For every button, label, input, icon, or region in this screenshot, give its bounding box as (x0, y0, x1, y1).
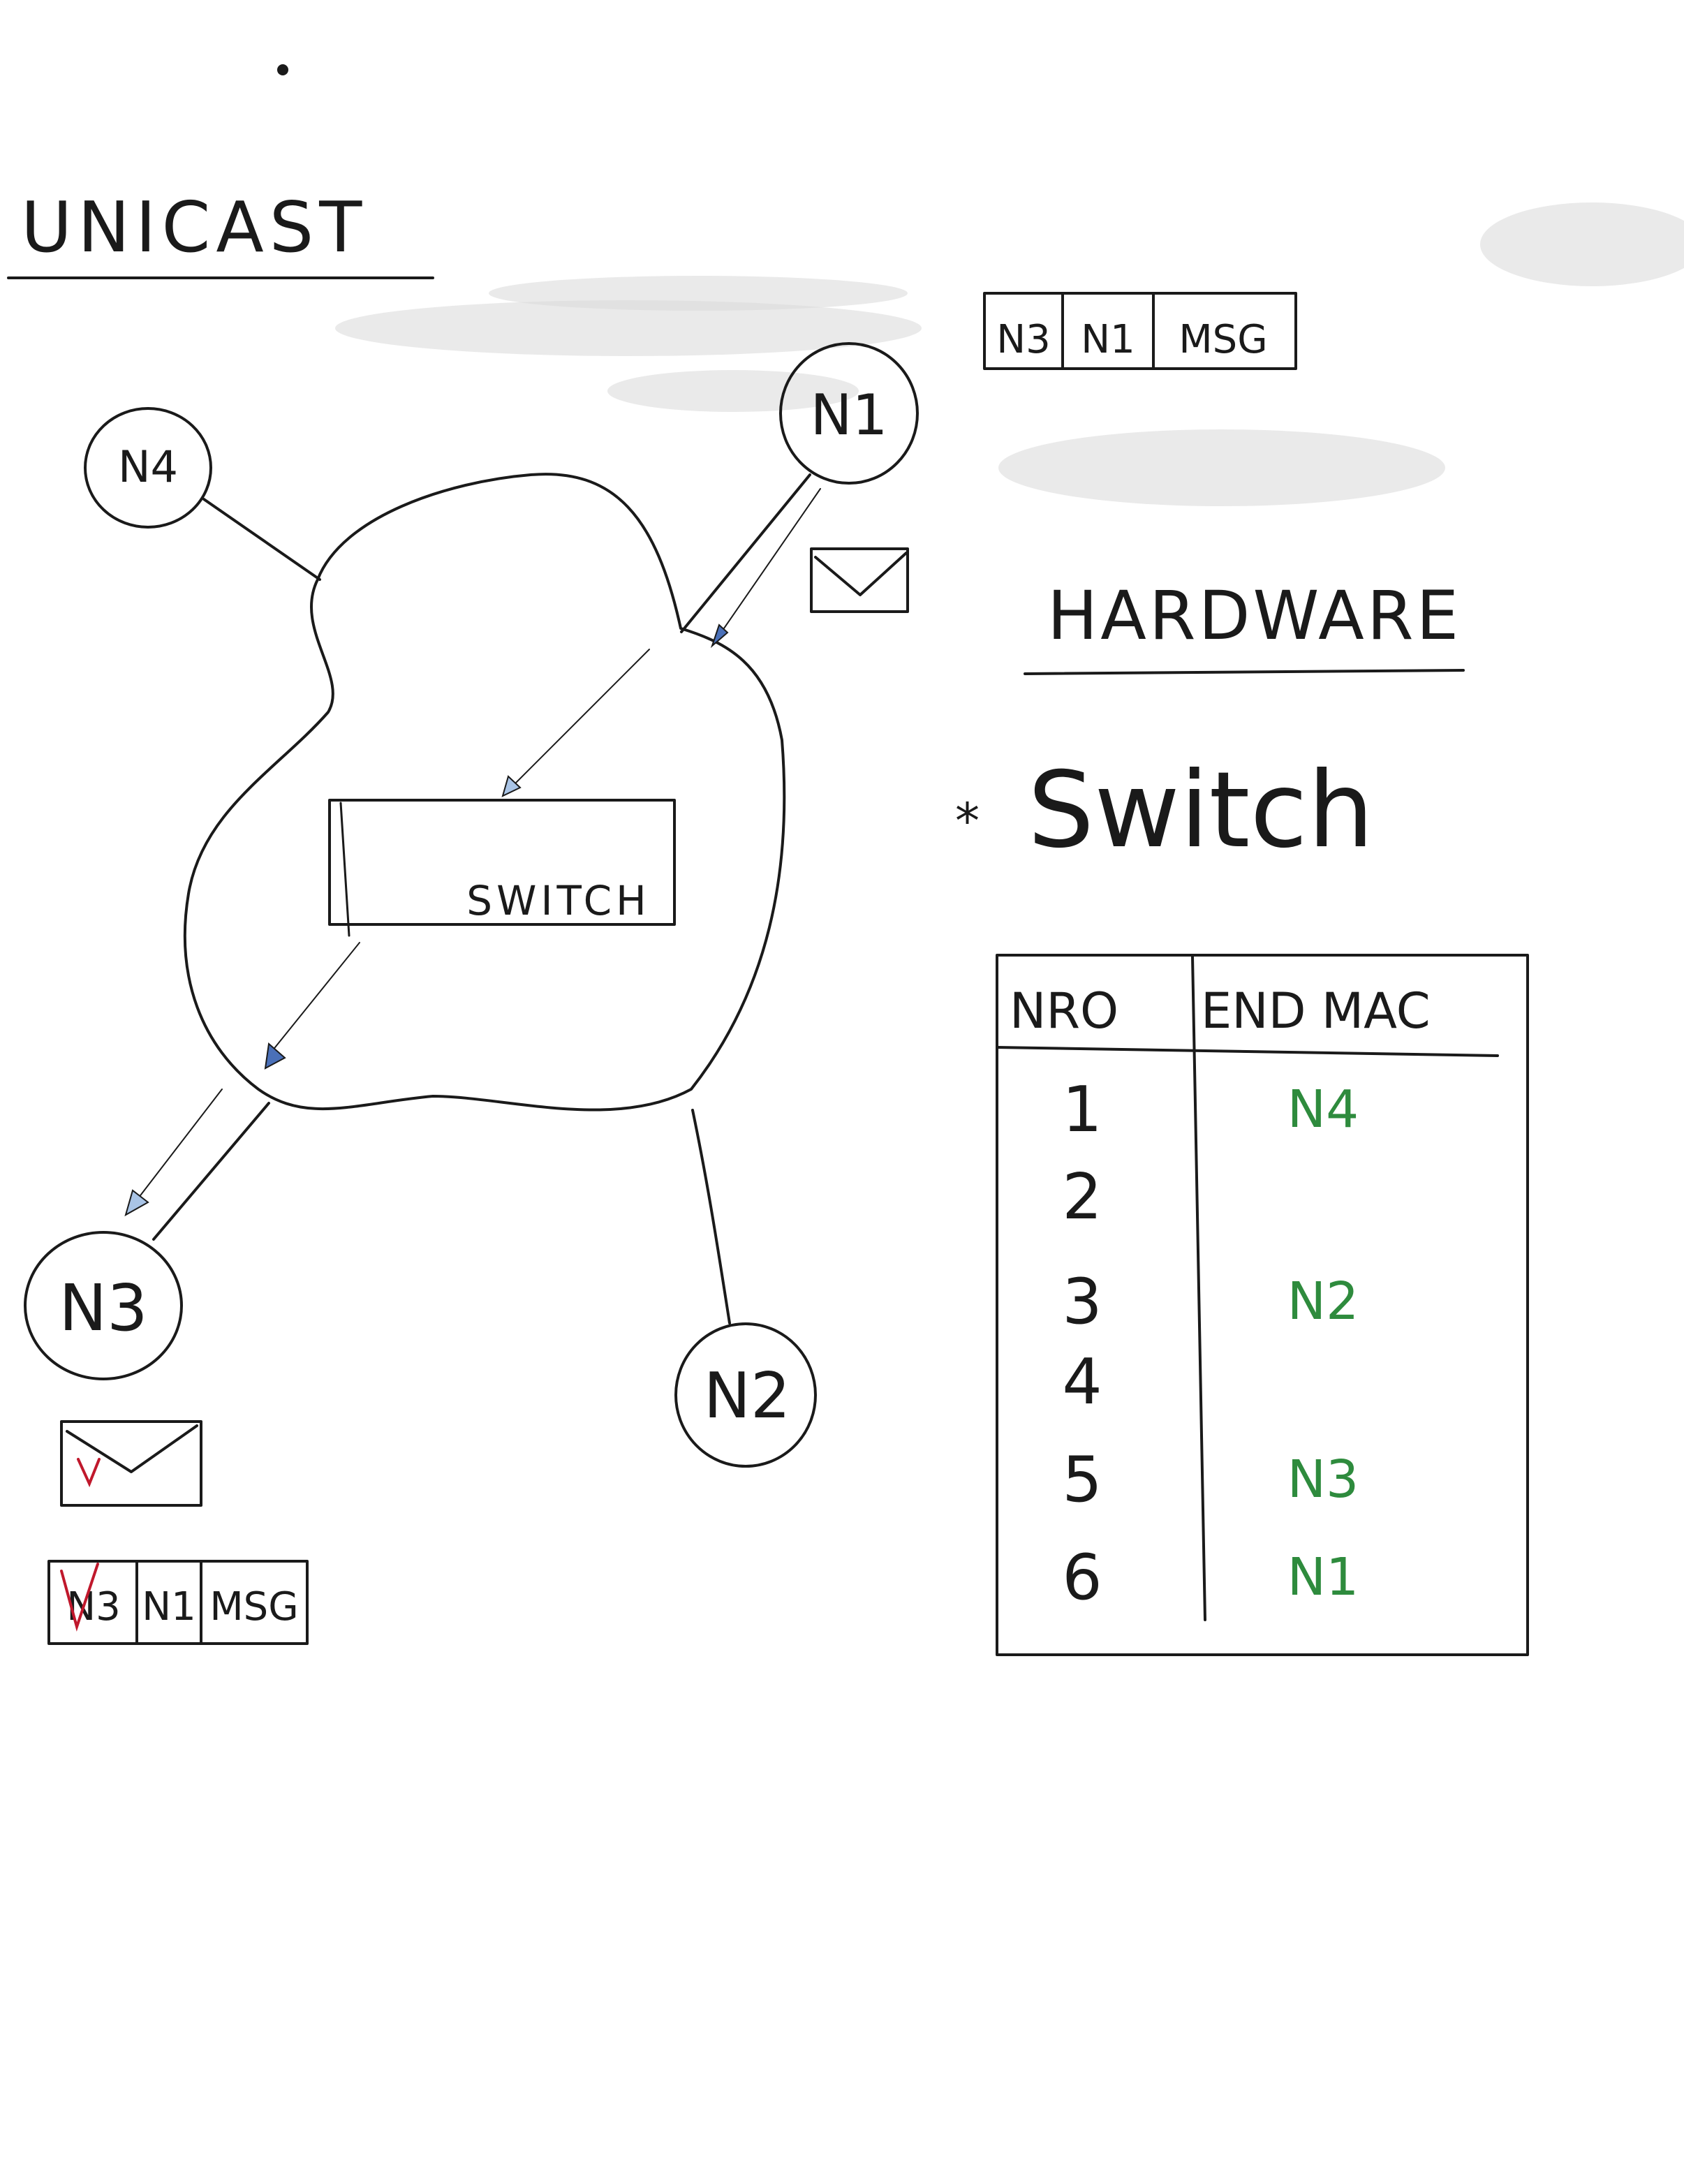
frame-top: N3 N1 MSG (983, 292, 1297, 370)
table-header-nro: NRO (1010, 982, 1118, 1040)
table-cell-mac: N2 (1287, 1271, 1359, 1331)
link-n4 (202, 498, 321, 581)
node-n2-label: N2 (704, 1359, 791, 1433)
envelope-icon (810, 547, 909, 613)
switch-box: SWITCH (328, 799, 676, 937)
frame-bottom-src: N1 (142, 1584, 196, 1630)
node-n2: N2 (674, 1322, 817, 1468)
checkmark-icon (77, 1458, 101, 1488)
hardware-item-switch: Switch (1028, 750, 1374, 871)
bullet-star: * (955, 792, 980, 850)
table-cell-nro: 4 (1062, 1345, 1102, 1419)
table-cell-nro: 1 (1062, 1073, 1102, 1146)
table-cell-nro: 6 (1062, 1541, 1102, 1614)
frame-bottom: N3 N1 MSG (47, 1560, 309, 1645)
node-n3-label: N3 (59, 1271, 147, 1345)
link-n1 (680, 473, 811, 633)
node-n1-label: N1 (811, 383, 888, 448)
network-cloud (183, 473, 786, 1112)
table-cell-nro: 2 (1062, 1160, 1102, 1234)
switch-label: SWITCH (466, 877, 650, 924)
table-row: 3 N2 (1062, 1265, 1359, 1338)
table-cell-nro: 3 (1062, 1265, 1102, 1338)
link-n3 (152, 1102, 270, 1241)
frame-top-payload: MSG (1179, 317, 1267, 362)
table-cell-mac: N1 (1287, 1547, 1359, 1607)
table-row: 1 N4 (1062, 1073, 1359, 1146)
frame-bottom-payload: MSG (209, 1584, 298, 1630)
table-cell-nro: 5 (1062, 1443, 1102, 1517)
hardware-underline (1024, 669, 1465, 675)
table-row: 5 N3 (1062, 1443, 1359, 1517)
table-header-mac: END MAC (1201, 982, 1431, 1040)
table-row: 4 (1062, 1345, 1102, 1419)
node-n4: N4 (84, 407, 212, 529)
page-title: UNICAST (21, 186, 367, 268)
table-row: 6 N1 (1062, 1541, 1359, 1614)
node-n1: N1 (779, 342, 919, 485)
table-cell-mac: N4 (1287, 1079, 1359, 1139)
whiteboard: UNICAST N4 N1 N3 N2 SWITCH N3 N1 MSG N3 … (7, 64, 1684, 1656)
envelope-icon (60, 1420, 202, 1507)
node-n3: N3 (24, 1231, 183, 1380)
table-cell-mac: N3 (1287, 1449, 1359, 1510)
hardware-heading: HARDWARE (1047, 577, 1461, 655)
table-rows: 1 N4 2 3 N2 4 5 N3 6 N1 (1062, 1073, 1359, 1614)
link-n2 (691, 1109, 731, 1325)
arrow-icon (124, 488, 821, 1217)
node-n4-label: N4 (118, 441, 178, 492)
frame-top-dest: N3 (996, 317, 1051, 362)
frame-top-src: N1 (1081, 317, 1135, 362)
marker-dot (277, 64, 288, 75)
table-row: 2 (1062, 1160, 1102, 1234)
